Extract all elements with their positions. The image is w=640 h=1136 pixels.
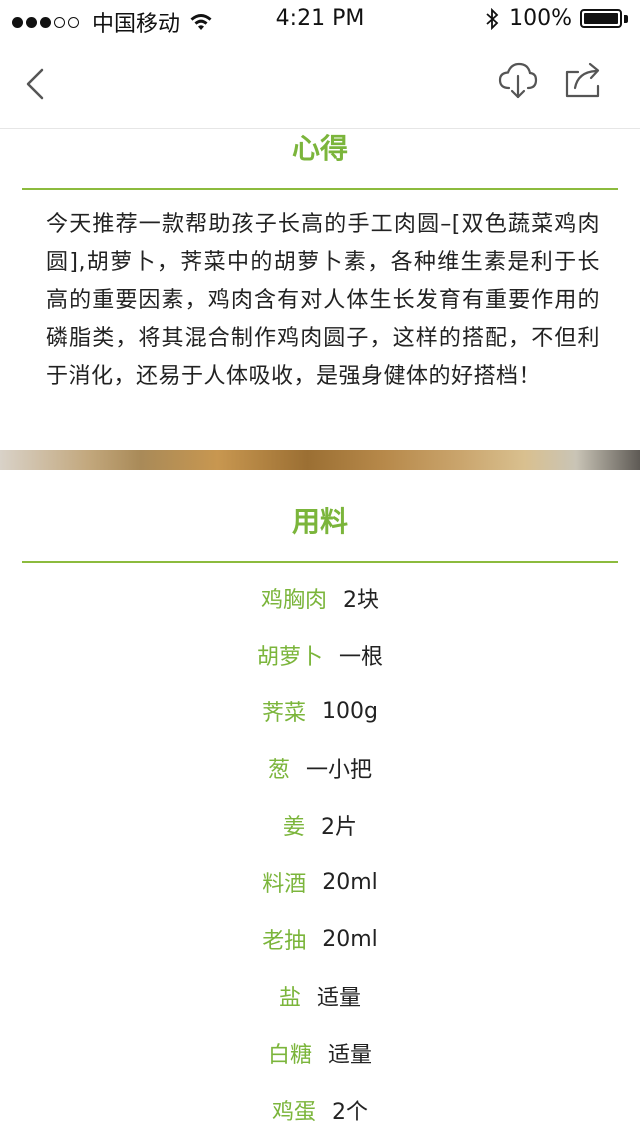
ingredient-name: 料酒 bbox=[262, 872, 307, 897]
battery-percent: 100% bbox=[509, 6, 572, 31]
tips-title: 心得 bbox=[291, 132, 348, 165]
ingredient-row: 老抽 20ml bbox=[0, 917, 640, 961]
ingredient-name: 鸡胸肉 bbox=[260, 588, 327, 613]
nav-bar bbox=[0, 40, 640, 129]
ingredient-name: 白糖 bbox=[267, 1043, 312, 1068]
ingredient-amount: 一小把 bbox=[306, 758, 373, 783]
ingredient-name: 姜 bbox=[282, 815, 305, 840]
ingredient-row: 胡萝卜 一根 bbox=[0, 633, 640, 677]
ingredient-row: 料酒 20ml bbox=[0, 860, 640, 904]
battery-icon bbox=[580, 8, 628, 30]
ingredient-row: 葱 一小把 bbox=[0, 746, 640, 790]
ingredient-row: 荠菜 100g bbox=[0, 689, 640, 733]
ingredient-amount: 2片 bbox=[321, 815, 357, 840]
ingredient-amount: 2个 bbox=[332, 1100, 368, 1125]
tips-divider bbox=[22, 188, 618, 190]
ingredient-amount: 100g bbox=[322, 698, 378, 724]
share-button[interactable] bbox=[562, 58, 606, 102]
download-button[interactable] bbox=[496, 58, 540, 102]
ingredient-amount: 20ml bbox=[322, 869, 378, 895]
ingredient-amount: 一根 bbox=[339, 645, 384, 670]
ingredients-divider bbox=[22, 561, 618, 563]
bluetooth-icon bbox=[486, 7, 499, 30]
ingredients-title: 用料 bbox=[291, 505, 348, 538]
ingredient-row: 姜 2片 bbox=[0, 803, 640, 847]
ingredient-name: 盐 bbox=[278, 986, 301, 1011]
ingredient-name: 鸡蛋 bbox=[271, 1100, 316, 1125]
status-bar: 中国移动 4:21 PM 100% bbox=[0, 0, 640, 40]
recipe-page: 中国移动 4:21 PM 100% 心得 今天推荐一款帮助孩子长高的手工肉圆–[… bbox=[0, 0, 640, 1136]
ingredient-name: 葱 bbox=[267, 758, 290, 783]
ingredient-row: 鸡蛋 2个 bbox=[0, 1088, 640, 1132]
tips-body: 今天推荐一款帮助孩子长高的手工肉圆–[双色蔬菜鸡肉圆],胡萝卜，荠菜中的胡萝卜素… bbox=[46, 212, 600, 389]
ingredient-amount: 2块 bbox=[343, 588, 379, 613]
ingredient-name: 老抽 bbox=[262, 929, 307, 954]
ingredient-amount: 适量 bbox=[328, 1043, 373, 1068]
ingredient-row: 盐 适量 bbox=[0, 974, 640, 1018]
chevron-left-icon bbox=[26, 68, 44, 100]
ingredient-amount: 适量 bbox=[317, 986, 362, 1011]
cloud-download-icon bbox=[498, 62, 538, 99]
ingredient-name: 胡萝卜 bbox=[256, 645, 323, 670]
ingredient-amount: 20ml bbox=[322, 926, 378, 952]
share-icon bbox=[565, 62, 600, 98]
ingredient-name: 荠菜 bbox=[262, 701, 307, 726]
ingredient-row: 白糖 适量 bbox=[0, 1031, 640, 1075]
status-right: 100% bbox=[485, 6, 628, 31]
ingredient-row: 鸡胸肉 2块 bbox=[0, 576, 640, 620]
back-button[interactable] bbox=[18, 62, 54, 106]
recipe-photo-edge bbox=[0, 450, 640, 470]
